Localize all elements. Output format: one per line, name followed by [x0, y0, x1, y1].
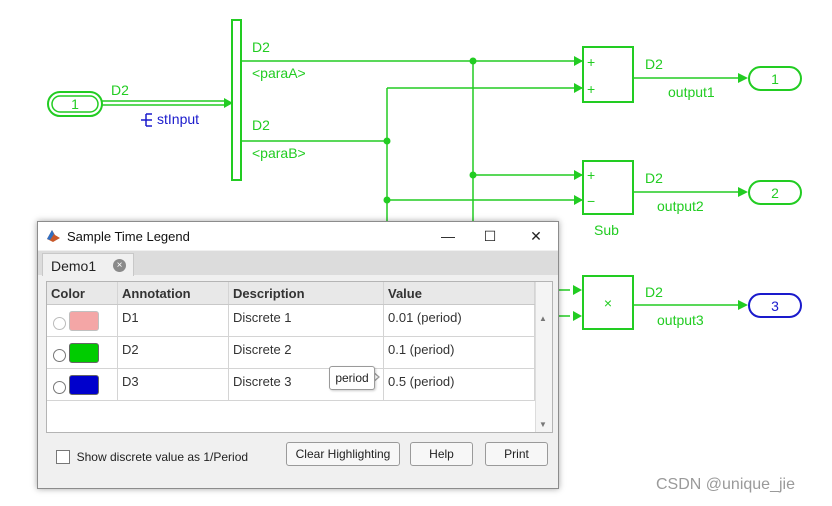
signal-b-rate-label: D2 [252, 117, 270, 133]
signal-b-name-label: <paraB> [252, 145, 306, 161]
output3-rate-label: D2 [645, 284, 663, 300]
table-scrollbar[interactable]: ▲ ▼ [535, 282, 552, 432]
branch-point [383, 137, 391, 145]
period-tooltip: period [329, 366, 375, 390]
outport-3-label: 3 [771, 298, 779, 314]
help-button[interactable]: Help [410, 442, 473, 466]
color-swatch[interactable] [69, 311, 99, 331]
color-swatch[interactable] [69, 343, 99, 363]
description-cell-text: Discrete 3 [233, 374, 292, 389]
show-discrete-1-over-period-checkbox[interactable] [56, 449, 70, 464]
tab-close-icon[interactable]: × [113, 259, 126, 272]
annotation-cell-text: D2 [122, 342, 139, 357]
branch-point [469, 171, 477, 179]
print-button[interactable]: Print [485, 442, 548, 466]
column-header-color[interactable]: Color [47, 282, 118, 305]
show-discrete-checkbox-label: Show discrete value as 1/Period [76, 449, 249, 464]
color-cell [47, 368, 118, 401]
table-row[interactable]: D3 Discrete 3 0.5 (period) [47, 368, 535, 401]
sum1-sign-bottom: + [587, 81, 595, 97]
value-cell: 0.1 (period) [383, 336, 535, 369]
branch-point [469, 57, 477, 65]
legend-table: Color Annotation Description Value D1 Dis… [47, 282, 535, 401]
annotation-cell-text: D3 [122, 374, 139, 389]
output1-name-label: output1 [668, 84, 715, 100]
watermark: CSDN @unique_jie [656, 476, 795, 493]
output1-rate-label: D2 [645, 56, 663, 72]
value-cell-text: 0.01 (period) [388, 310, 462, 325]
bus-selector-block[interactable] [231, 19, 242, 181]
outport-2[interactable]: 2 [748, 180, 802, 205]
product-symbol: × [604, 295, 612, 311]
outport-1[interactable]: 1 [748, 66, 802, 91]
minimize-button[interactable]: — [428, 222, 468, 250]
table-row[interactable]: D2 Discrete 2 0.1 (period) [47, 336, 535, 369]
matlab-app-icon [47, 230, 60, 242]
description-cell-text: Discrete 2 [233, 342, 292, 357]
sub-block[interactable]: + − [582, 160, 634, 215]
annotation-cell-text: D1 [122, 310, 139, 325]
column-header-description[interactable]: Description [228, 282, 384, 305]
annotation-cell: D3 [117, 368, 229, 401]
branch-point [383, 196, 391, 204]
inport-1-label: 1 [71, 96, 79, 112]
sub-block-name: Sub [594, 222, 619, 238]
description-cell: Discrete 2 [228, 336, 384, 369]
clear-highlighting-button[interactable]: Clear Highlighting [286, 442, 400, 466]
outport-1-label: 1 [771, 71, 779, 87]
table-header-row: Color Annotation Description Value [47, 282, 535, 305]
description-cell-text: Discrete 1 [233, 310, 292, 325]
sub-sign-bottom: − [587, 193, 595, 209]
discrete-value-option[interactable]: Show discrete value as 1/Period [56, 448, 248, 464]
sub-sign-top: + [587, 167, 595, 183]
column-header-value[interactable]: Value [383, 282, 535, 305]
output2-name-label: output2 [657, 198, 704, 214]
highlight-radio[interactable] [53, 316, 66, 330]
inport-1[interactable]: 1 [47, 91, 103, 117]
output3-name-label: output3 [657, 312, 704, 328]
annotation-cell: D1 [117, 304, 229, 337]
highlight-radio[interactable] [53, 380, 66, 394]
annotation-cell: D2 [117, 336, 229, 369]
description-cell: Discrete 1 [228, 304, 384, 337]
scroll-up-icon[interactable]: ▲ [539, 314, 547, 323]
table-row[interactable]: D1 Discrete 1 0.01 (period) [47, 304, 535, 337]
signal-a-name-label: <paraA> [252, 65, 306, 81]
column-header-annotation[interactable]: Annotation [117, 282, 229, 305]
tab-demo1[interactable]: Demo1 × [42, 253, 134, 276]
value-cell-text: 0.5 (period) [388, 374, 455, 389]
color-swatch[interactable] [69, 375, 99, 395]
color-cell [47, 304, 118, 337]
bus-icon [141, 113, 152, 127]
color-cell [47, 336, 118, 369]
outport-2-label: 2 [771, 185, 779, 201]
sample-time-legend-dialog: Sample Time Legend — ☐ ✕ Demo1 × Color A… [37, 221, 559, 489]
sum1-sign-top: + [587, 54, 595, 70]
dialog-titlebar[interactable]: Sample Time Legend — ☐ ✕ [38, 222, 558, 250]
value-cell-text: 0.1 (period) [388, 342, 455, 357]
product-block[interactable]: × [582, 275, 634, 330]
value-cell: 0.5 (period) [383, 368, 535, 401]
inport-signal-rate-label: D2 [111, 82, 129, 98]
close-button[interactable]: ✕ [516, 222, 556, 250]
bus-name-label: stInput [157, 111, 199, 127]
maximize-button[interactable]: ☐ [470, 222, 510, 250]
signal-a-rate-label: D2 [252, 39, 270, 55]
tab-demo1-label: Demo1 [51, 258, 97, 274]
sum-block-1[interactable]: + + [582, 46, 634, 103]
bus-line-stinput[interactable] [102, 98, 233, 108]
output2-rate-label: D2 [645, 170, 663, 186]
outport-3[interactable]: 3 [748, 293, 802, 318]
dialog-title: Sample Time Legend [67, 229, 190, 244]
scroll-down-icon[interactable]: ▼ [539, 420, 547, 429]
value-cell: 0.01 (period) [383, 304, 535, 337]
tab-bar: Demo1 × [38, 251, 558, 276]
highlight-radio[interactable] [53, 348, 66, 362]
legend-table-container: Color Annotation Description Value D1 Dis… [46, 281, 553, 433]
